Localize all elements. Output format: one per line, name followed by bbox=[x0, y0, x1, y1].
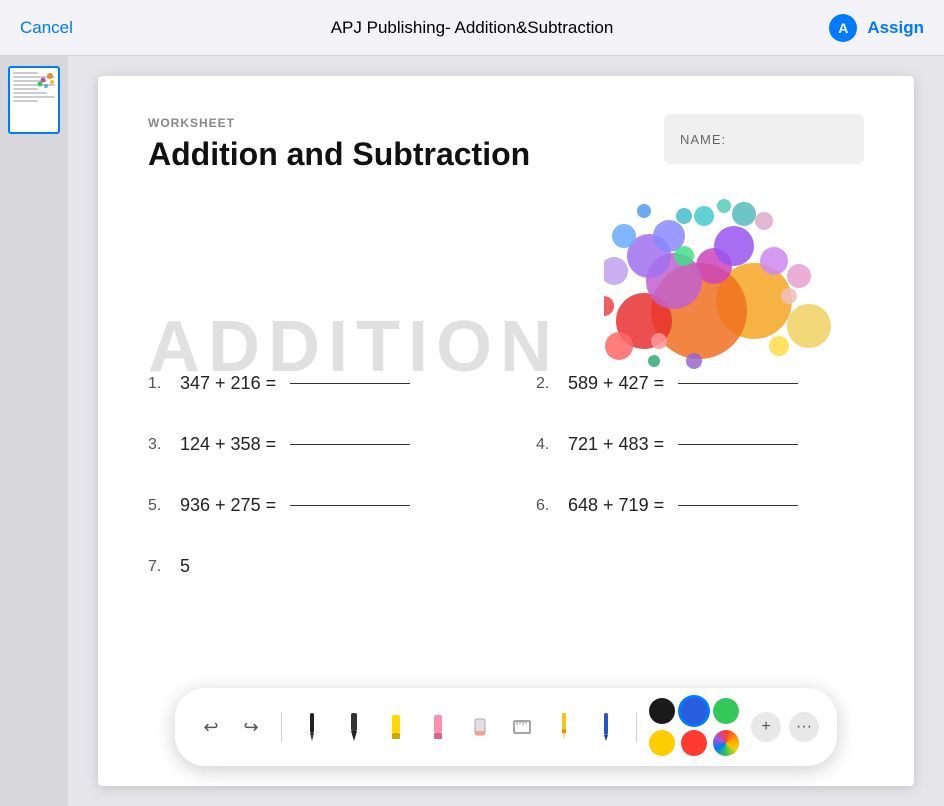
pencil-button[interactable] bbox=[546, 709, 582, 745]
problem-eq: 124 + 358 = bbox=[180, 434, 276, 455]
assign-button[interactable]: Assign bbox=[867, 18, 924, 38]
undo-redo-group: ↩ ↪ bbox=[193, 709, 269, 745]
pencil-icon bbox=[557, 711, 571, 743]
thumb-line bbox=[13, 88, 38, 90]
color-row-1 bbox=[649, 698, 739, 724]
color-black[interactable] bbox=[649, 698, 675, 724]
sidebar bbox=[0, 56, 68, 806]
drawing-tools-group bbox=[294, 709, 624, 745]
problem-num: 5. bbox=[148, 497, 172, 515]
drawing-toolbar: ↩ ↪ bbox=[175, 688, 837, 766]
thumb-line bbox=[13, 92, 47, 94]
problem-4: 4. 721 + 483 = bbox=[536, 434, 864, 455]
blue-pen-icon bbox=[601, 711, 611, 743]
eraser-button[interactable] bbox=[462, 709, 498, 745]
undo-button[interactable]: ↩ bbox=[193, 709, 229, 745]
pen-tool-button[interactable] bbox=[294, 709, 330, 745]
color-blue[interactable] bbox=[681, 698, 707, 724]
redo-button[interactable]: ↪ bbox=[233, 709, 269, 745]
bubbles-svg bbox=[604, 176, 864, 386]
thumb-dots bbox=[36, 72, 56, 92]
pink-highlighter-icon bbox=[430, 711, 446, 743]
top-bar: Cancel APJ Publishing- Addition&Subtract… bbox=[0, 0, 944, 56]
color-green[interactable] bbox=[713, 698, 739, 724]
addition-watermark: ADDITION bbox=[148, 306, 560, 388]
problem-eq: 936 + 275 = bbox=[180, 495, 276, 516]
answer-line[interactable] bbox=[678, 505, 798, 506]
problems-area: 1. 347 + 216 = 2. 589 + 427 = 3. 124 + 3… bbox=[148, 373, 864, 577]
yellow-highlighter-button[interactable] bbox=[378, 709, 414, 745]
thumb-line bbox=[13, 72, 38, 74]
avatar: A bbox=[829, 14, 857, 42]
page-container: WORKSHEET Addition and Subtraction NAME:… bbox=[68, 56, 944, 806]
blue-pen-button[interactable] bbox=[588, 709, 624, 745]
problem-6: 6. 648 + 719 = bbox=[536, 495, 864, 516]
problem-3: 3. 124 + 358 = bbox=[148, 434, 476, 455]
thumb-line bbox=[13, 100, 38, 102]
yellow-highlighter-icon bbox=[388, 711, 404, 743]
content-area: WORKSHEET Addition and Subtraction NAME:… bbox=[0, 56, 944, 806]
problem-5: 5. 936 + 275 = bbox=[148, 495, 476, 516]
toolbar-divider-2 bbox=[636, 712, 637, 742]
ruler-button[interactable] bbox=[504, 709, 540, 745]
add-color-button[interactable]: + bbox=[751, 712, 781, 742]
bubbles-decoration bbox=[604, 176, 864, 386]
ruler-icon bbox=[512, 711, 532, 743]
problem-7: 7. 5 bbox=[148, 556, 476, 577]
color-row-2 bbox=[649, 730, 739, 756]
problem-num: 6. bbox=[536, 497, 560, 515]
problem-num: 4. bbox=[536, 436, 560, 454]
pink-highlighter-button[interactable] bbox=[420, 709, 456, 745]
eraser-icon bbox=[472, 711, 488, 743]
pen-icon bbox=[305, 711, 319, 743]
problem-eq: 5 bbox=[180, 556, 190, 577]
color-multicolor[interactable] bbox=[713, 730, 739, 756]
name-field[interactable]: NAME: bbox=[664, 114, 864, 164]
answer-line[interactable] bbox=[290, 505, 410, 506]
problem-eq: 721 + 483 = bbox=[568, 434, 664, 455]
fountain-pen-button[interactable] bbox=[336, 709, 372, 745]
page-thumbnail-1[interactable] bbox=[8, 66, 60, 134]
right-actions: A Assign bbox=[829, 14, 924, 42]
toolbar-divider bbox=[281, 712, 282, 742]
cancel-button[interactable]: Cancel bbox=[20, 18, 73, 38]
color-yellow[interactable] bbox=[649, 730, 675, 756]
worksheet-page: WORKSHEET Addition and Subtraction NAME:… bbox=[98, 76, 914, 786]
problem-eq: 648 + 719 = bbox=[568, 495, 664, 516]
document-title: APJ Publishing- Addition&Subtraction bbox=[331, 18, 614, 38]
fountain-pen-icon bbox=[347, 711, 361, 743]
answer-line[interactable] bbox=[290, 444, 410, 445]
problem-num: 3. bbox=[148, 436, 172, 454]
answer-line[interactable] bbox=[678, 444, 798, 445]
more-options-button[interactable]: ··· bbox=[789, 712, 819, 742]
color-red[interactable] bbox=[681, 730, 707, 756]
color-palette bbox=[649, 698, 739, 756]
problem-num: 7. bbox=[148, 558, 172, 576]
thumb-line bbox=[13, 96, 55, 98]
